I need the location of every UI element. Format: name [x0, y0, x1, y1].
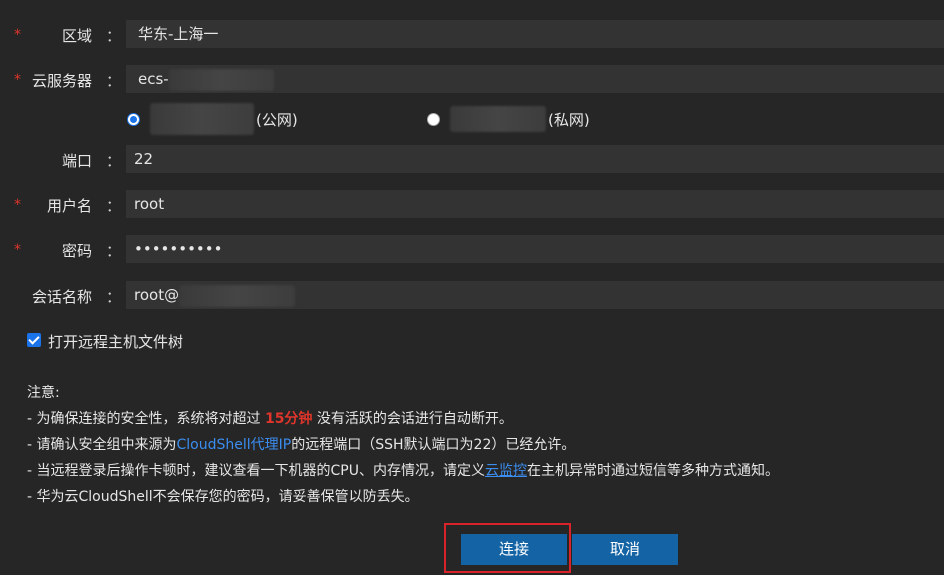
port-value: 22	[134, 150, 154, 168]
open-file-tree-label[interactable]: 打开远程主机文件树	[48, 331, 183, 352]
note-line-2: - 请确认安全组中来源为CloudShell代理IP的远程端口（SSH默认端口为…	[27, 432, 779, 458]
password-input[interactable]: ••••••••••	[126, 235, 944, 263]
note-line-3: - 当远程登录后操作卡顿时，建议查看一下机器的CPU、内存情况，请定义云监控在主…	[27, 458, 779, 484]
private-ip-radio[interactable]	[427, 112, 440, 126]
password-label: 密码	[61, 242, 92, 260]
redacted-text	[168, 68, 274, 91]
notes-section: 注意: - 为确保连接的安全性，系统将对超过 15分钟 没有活跃的会话进行自动断…	[27, 380, 779, 510]
server-value: ecs-	[138, 70, 169, 88]
colon: ：	[106, 242, 122, 260]
username-label: 用户名	[46, 197, 92, 215]
redacted-private-ip	[450, 106, 546, 132]
note-text: - 请确认安全组中来源为	[27, 437, 177, 453]
port-label: 端口	[61, 152, 92, 170]
server-row: * 云服务器 ： ecs-	[0, 65, 944, 95]
username-value: root	[134, 195, 165, 213]
colon: ：	[106, 27, 122, 45]
cloud-monitor-link[interactable]: 云监控	[485, 463, 527, 479]
private-ip-label: (私网)	[548, 110, 590, 129]
server-label: 云服务器	[31, 72, 92, 90]
colon: ：	[106, 197, 122, 215]
session-name-row: 会话名称 ： root@	[0, 281, 944, 311]
note-text: 没有活跃的会话进行自动断开。	[312, 411, 513, 427]
colon: ：	[106, 288, 122, 306]
note-text: - 当远程登录后操作卡顿时，建议查看一下机器的CPU、内存情况，请定义	[27, 463, 485, 479]
region-field[interactable]: 华东-上海一	[126, 20, 944, 48]
note-text: 在主机异常时通过短信等多种方式通知。	[526, 463, 779, 479]
session-name-label: 会话名称	[31, 288, 92, 306]
region-row: * 区域 ： 华东-上海一	[0, 20, 944, 50]
private-ip-option[interactable]: (私网)	[427, 105, 590, 133]
notes-title: 注意:	[27, 385, 60, 401]
note-line-4: - 华为云CloudShell不会保存您的密码，请妥善保管以防丢失。	[27, 489, 419, 505]
timeout-highlight: 15分钟	[264, 411, 313, 427]
server-select[interactable]: ecs-	[126, 65, 944, 93]
note-text: 的远程端口（SSH默认端口为22）已经允许。	[291, 437, 576, 453]
note-text: - 为确保连接的安全性，系统将对超过	[27, 411, 265, 427]
public-ip-label: (公网)	[256, 110, 298, 129]
password-row: * 密码 ： ••••••••••	[0, 235, 944, 265]
password-value: ••••••••••	[134, 240, 223, 258]
session-name-input[interactable]: root@	[126, 281, 944, 309]
redacted-text	[179, 284, 296, 307]
note-line-1: - 为确保连接的安全性，系统将对超过 15分钟 没有活跃的会话进行自动断开。	[27, 406, 779, 432]
region-value: 华东-上海一	[138, 25, 219, 43]
public-ip-option[interactable]: (公网)	[127, 103, 298, 135]
port-input[interactable]: 22	[126, 145, 944, 173]
session-name-value: root@	[134, 286, 180, 304]
port-row: 端口 ： 22	[0, 145, 944, 175]
redacted-public-ip	[150, 103, 254, 135]
cloudshell-proxy-ip-link[interactable]: CloudShell代理IP	[177, 437, 292, 453]
colon: ：	[106, 72, 122, 90]
connect-button[interactable]: 连接	[461, 534, 567, 565]
username-input[interactable]: root	[126, 190, 944, 218]
open-file-tree-checkbox[interactable]	[27, 333, 41, 347]
colon: ：	[106, 152, 122, 170]
username-row: * 用户名 ： root	[0, 190, 944, 220]
cancel-button[interactable]: 取消	[572, 534, 678, 565]
region-label: 区域	[61, 27, 92, 45]
public-ip-radio[interactable]	[127, 112, 140, 126]
